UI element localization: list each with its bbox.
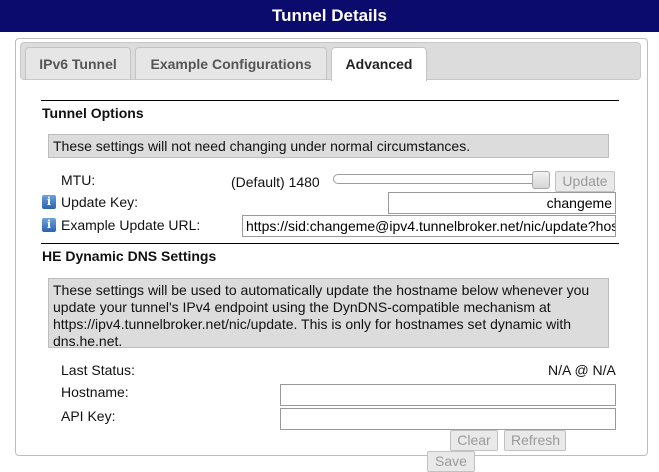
api-key-field[interactable] [280, 408, 616, 430]
update-key-field[interactable]: changeme [388, 192, 616, 214]
tab-ipv6-tunnel[interactable]: IPv6 Tunnel [25, 47, 131, 79]
tunnel-options-title: Tunnel Options [42, 105, 144, 121]
update-key-label: Update Key: [61, 194, 139, 210]
window-title: Tunnel Details [0, 0, 659, 32]
mtu-slider-handle[interactable] [532, 171, 550, 189]
tab-advanced[interactable]: Advanced [331, 47, 427, 81]
refresh-button[interactable]: Refresh [504, 430, 566, 451]
mtu-label: MTU: [61, 172, 96, 188]
info-icon[interactable]: i [42, 195, 56, 209]
last-status-label: Last Status: [61, 362, 135, 378]
api-key-label: API Key: [61, 408, 116, 424]
section-divider [41, 100, 619, 101]
example-url-field[interactable]: https://sid:changeme@ipv4.tunnelbroker.n… [242, 215, 616, 237]
last-status-value: N/A @ N/A [548, 362, 616, 378]
clear-button[interactable]: Clear [450, 430, 498, 451]
ddns-title: HE Dynamic DNS Settings [42, 248, 217, 264]
tab-example-configurations[interactable]: Example Configurations [135, 47, 327, 79]
example-url-label: Example Update URL: [61, 217, 201, 233]
mtu-slider[interactable] [333, 174, 549, 184]
hostname-label: Hostname: [61, 384, 129, 400]
hostname-field[interactable] [280, 384, 616, 406]
info-icon[interactable]: i [42, 218, 56, 232]
mtu-value: (Default) 1480 [231, 174, 320, 190]
ddns-note: These settings will be used to automatic… [48, 278, 609, 349]
update-button[interactable]: Update [555, 171, 615, 192]
tab-bar: IPv6 Tunnel Example Configurations Advan… [20, 42, 641, 81]
tunnel-options-note: These settings will not need changing un… [48, 134, 609, 158]
section-divider [41, 243, 619, 244]
